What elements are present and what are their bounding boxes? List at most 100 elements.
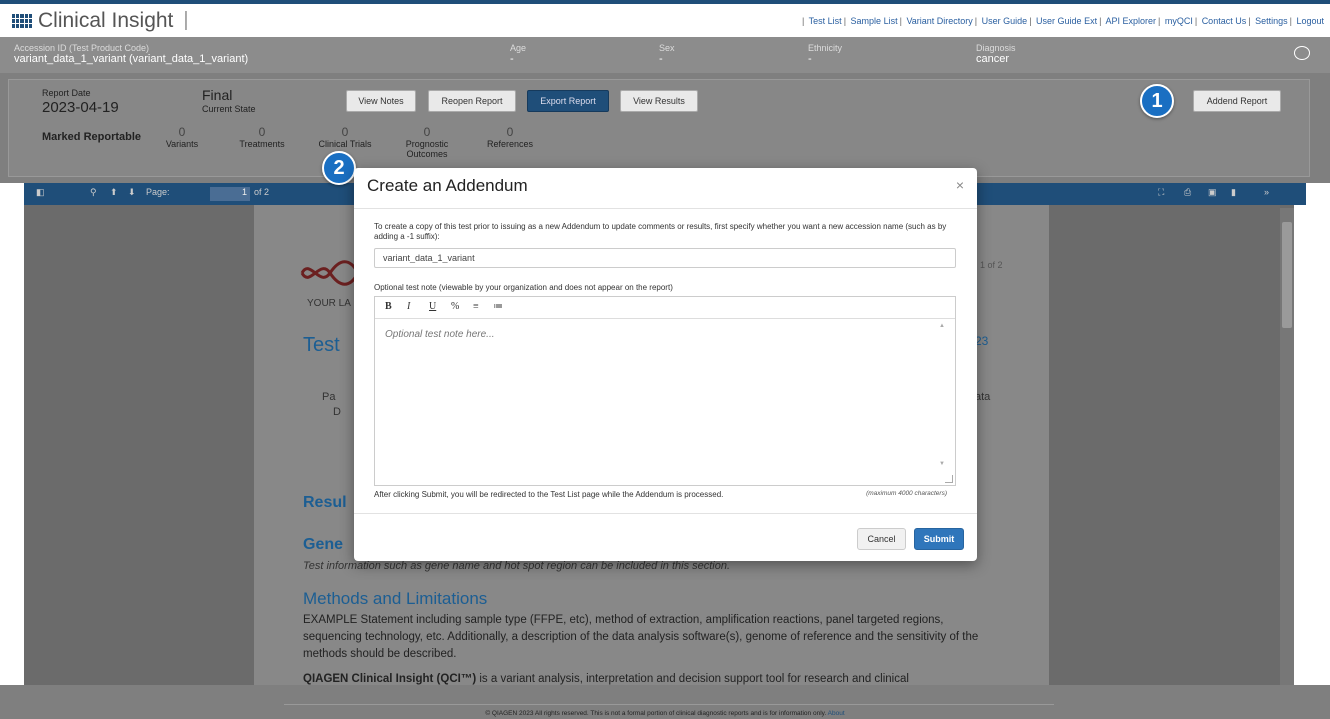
italic-button[interactable]: I bbox=[407, 301, 410, 312]
report-date-label: Report Date bbox=[42, 88, 91, 98]
dialog-intro: To create a copy of this test prior to i… bbox=[374, 222, 947, 241]
paper-page-number: 1 of 2 bbox=[980, 260, 1003, 270]
nav-myqci[interactable]: myQCI bbox=[1165, 16, 1193, 26]
footer-divider bbox=[284, 704, 1054, 705]
create-addendum-dialog: Create an Addendum × To create a copy of… bbox=[354, 168, 977, 561]
paper-gene-info: Test information such as gene name and h… bbox=[303, 560, 731, 572]
paper-methods-text: EXAMPLE Statement including sample type … bbox=[303, 614, 979, 660]
state-value: Final bbox=[202, 87, 233, 103]
addend-report-button[interactable]: Addend Report bbox=[1193, 90, 1281, 112]
nav-user-guide[interactable]: User Guide bbox=[982, 16, 1028, 26]
scroll-down-icon[interactable]: ▼ bbox=[939, 461, 945, 467]
sex-info: Sex - bbox=[659, 43, 675, 65]
nav-logout[interactable]: Logout bbox=[1296, 16, 1324, 26]
page-count: of 2 bbox=[254, 187, 270, 197]
diagnosis-value: cancer bbox=[976, 53, 1010, 65]
dna-logo-icon bbox=[300, 260, 360, 286]
paper-gene-heading: Gene bbox=[303, 536, 344, 553]
nav-api-explorer[interactable]: API Explorer bbox=[1105, 16, 1156, 26]
unordered-list-icon[interactable]: ≔ bbox=[493, 301, 503, 312]
resize-handle-icon[interactable] bbox=[945, 475, 953, 483]
editor-toolbar: B I U % ≡ ≔ bbox=[375, 297, 955, 319]
nav-sample-list[interactable]: Sample List bbox=[851, 16, 898, 26]
paper-d-label: D bbox=[333, 406, 341, 418]
accession-bar: Accession ID (Test Product Code) variant… bbox=[0, 37, 1330, 73]
step-badge-2: 2 bbox=[322, 151, 356, 185]
step-badge-1: 1 bbox=[1140, 84, 1174, 118]
about-link[interactable]: About bbox=[828, 710, 845, 717]
paper-date: 23 bbox=[975, 334, 989, 348]
after-submit-note: After clicking Submit, you will be redir… bbox=[374, 490, 724, 499]
link-icon[interactable]: % bbox=[451, 301, 459, 312]
nav-settings[interactable]: Settings bbox=[1255, 16, 1288, 26]
editor-scrollbar[interactable]: ▲ ▼ bbox=[937, 323, 949, 481]
note-label: Optional test note (viewable by your org… bbox=[374, 283, 673, 292]
count-treatments[interactable]: 0 Treatments bbox=[227, 125, 297, 149]
scroll-up-icon[interactable]: ▲ bbox=[939, 323, 945, 329]
paper-test-title: Test bbox=[303, 334, 340, 356]
search-icon[interactable]: ⚲ bbox=[90, 187, 97, 198]
dialog-footer-divider bbox=[354, 513, 977, 514]
count-clinical-trials[interactable]: 0 Clinical Trials bbox=[310, 125, 380, 149]
paper-methods-heading: Methods and Limitations bbox=[303, 589, 488, 608]
paper-qci-text: QIAGEN Clinical Insight (QCI™) is a vari… bbox=[303, 673, 909, 685]
note-textarea-placeholder[interactable]: Optional test note here... bbox=[385, 329, 495, 340]
title-separator: | bbox=[183, 9, 189, 31]
sex-value: - bbox=[659, 53, 663, 65]
reopen-report-button[interactable]: Reopen Report bbox=[428, 90, 516, 112]
cancel-button[interactable]: Cancel bbox=[857, 528, 906, 550]
paper-patient-label: Pa bbox=[322, 391, 336, 403]
accession-name-input[interactable] bbox=[374, 248, 956, 268]
report-date-value: 2023-04-19 bbox=[42, 99, 119, 116]
qiagen-logo-icon bbox=[12, 13, 32, 28]
bookmark-icon[interactable]: ▮ bbox=[1231, 187, 1236, 198]
count-prognostic-outcomes[interactable]: 0 Prognostic Outcomes bbox=[393, 125, 461, 159]
paper-results-heading: Resul bbox=[303, 494, 347, 511]
top-nav-links: | Test List | Sample List | Variant Direct… bbox=[801, 16, 1324, 26]
page-number-input[interactable]: 1 bbox=[210, 187, 250, 201]
print-icon[interactable]: ⎙ bbox=[1184, 187, 1191, 198]
nav-contact-us[interactable]: Contact Us bbox=[1202, 16, 1247, 26]
top-bar: Clinical Insight | | Test List | Sample L… bbox=[0, 0, 1330, 37]
accession-value: variant_data_1_variant (variant_data_1_v… bbox=[14, 53, 249, 65]
fullscreen-icon[interactable]: ⛶ bbox=[1158, 187, 1164, 198]
max-characters-note: (maximum 4000 characters) bbox=[866, 490, 947, 497]
nav-test-list[interactable]: Test List bbox=[809, 16, 842, 26]
nav-variant-directory[interactable]: Variant Directory bbox=[906, 16, 972, 26]
close-icon[interactable]: × bbox=[956, 177, 964, 193]
ethnicity-value: - bbox=[808, 53, 812, 65]
previous-page-icon[interactable]: ⬆ bbox=[110, 187, 118, 198]
app-title: Clinical Insight bbox=[38, 8, 174, 32]
footer-text: © QIAGEN 2023 All rights reserved. This … bbox=[485, 710, 845, 717]
more-tools-icon[interactable]: » bbox=[1264, 187, 1269, 197]
marked-reportable-label: Marked Reportable bbox=[42, 131, 142, 143]
diagnosis-info: Diagnosis cancer bbox=[976, 43, 1016, 65]
dialog-title: Create an Addendum bbox=[367, 176, 528, 195]
count-variants[interactable]: 0 Variants bbox=[147, 125, 217, 149]
submit-button[interactable]: Submit bbox=[914, 528, 964, 550]
nav-user-guide-ext[interactable]: User Guide Ext bbox=[1036, 16, 1097, 26]
chat-icon[interactable] bbox=[1294, 46, 1310, 60]
download-icon[interactable]: ▣ bbox=[1208, 187, 1217, 198]
dialog-divider bbox=[354, 208, 977, 209]
paper-data-label: ata bbox=[975, 391, 991, 403]
sidebar-toggle-icon[interactable]: ◧ bbox=[36, 187, 45, 198]
view-results-button[interactable]: View Results bbox=[620, 90, 698, 112]
page-label: Page: bbox=[146, 187, 170, 197]
app-logo[interactable]: Clinical Insight | bbox=[12, 9, 189, 33]
ordered-list-icon[interactable]: ≡ bbox=[473, 301, 479, 312]
count-references[interactable]: 0 References bbox=[475, 125, 545, 149]
note-editor[interactable]: B I U % ≡ ≔ Optional test note here... ▲… bbox=[374, 296, 956, 486]
export-report-button[interactable]: Export Report bbox=[527, 90, 609, 112]
age-info: Age - bbox=[510, 43, 526, 65]
age-value: - bbox=[510, 53, 514, 65]
ethnicity-info: Ethnicity - bbox=[808, 43, 842, 65]
ethnicity-label: Ethnicity bbox=[808, 43, 843, 53]
viewer-scroll-thumb[interactable] bbox=[1282, 222, 1292, 328]
paper-lab-name: YOUR LA bbox=[307, 298, 351, 309]
underline-button[interactable]: U bbox=[429, 301, 436, 312]
accession-info: Accession ID (Test Product Code) variant… bbox=[14, 43, 248, 65]
next-page-icon[interactable]: ⬇ bbox=[128, 187, 136, 198]
view-notes-button[interactable]: View Notes bbox=[346, 90, 416, 112]
bold-button[interactable]: B bbox=[385, 301, 392, 312]
